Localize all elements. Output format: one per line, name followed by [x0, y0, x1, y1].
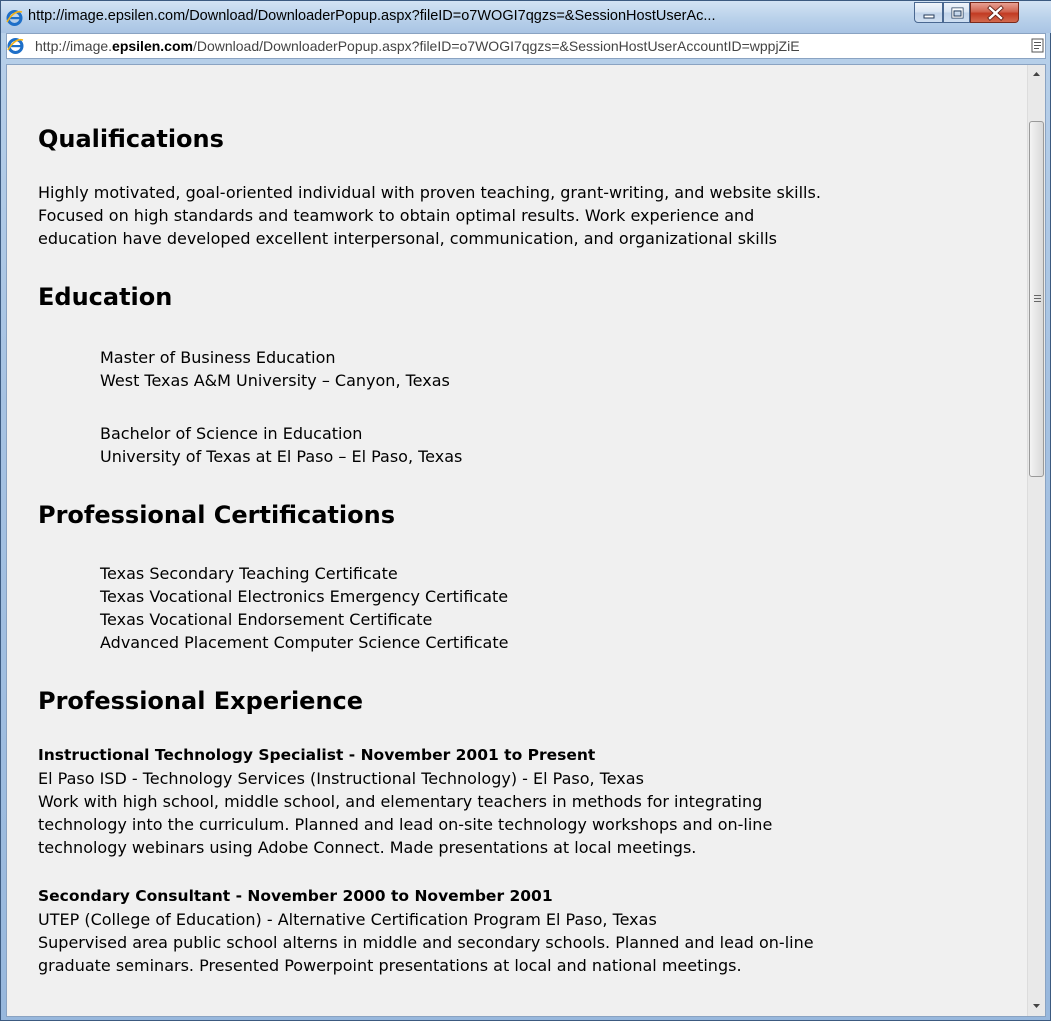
minimize-icon	[923, 14, 935, 19]
education-degree-1: Master of Business Education	[100, 348, 336, 367]
url-path: /Download/DownloaderPopup.aspx?fileID=o7…	[192, 38, 800, 54]
browser-popup-window: http://image.epsilen.com/Download/Downlo…	[0, 0, 1051, 1021]
url-text[interactable]: http://image.epsilen.com/Download/Downlo…	[35, 38, 1027, 56]
minimize-button[interactable]	[914, 2, 943, 23]
job-title: Secondary Consultant - November 2000 to …	[38, 887, 553, 905]
scrollbar-grip-icon	[1034, 295, 1041, 302]
certification-item: Texas Vocational Electronics Emergency C…	[100, 587, 509, 606]
qualifications-line-2: Focused on high standards and teamwork t…	[38, 206, 755, 225]
certification-item: Texas Vocational Endorsement Certificate	[100, 610, 433, 629]
certifications-heading: Professional Certifications	[38, 501, 395, 529]
qualifications-line-3: education have developed excellent inter…	[38, 229, 777, 248]
job-title: Instructional Technology Specialist - No…	[38, 746, 596, 764]
address-bar[interactable]: http://image.epsilen.com/Download/Downlo…	[6, 33, 1046, 59]
qualifications-line-1: Highly motivated, goal-oriented individu…	[38, 183, 821, 202]
certification-item: Texas Secondary Teaching Certificate	[100, 564, 398, 583]
job-description-line: technology into the curriculum. Planned …	[38, 815, 773, 834]
job-employer: El Paso ISD - Technology Services (Instr…	[38, 769, 644, 788]
internet-explorer-icon	[7, 38, 24, 54]
scroll-down-arrow-icon[interactable]	[1028, 997, 1045, 1015]
vertical-scrollbar[interactable]	[1027, 65, 1045, 1016]
title-bar[interactable]: http://image.epsilen.com/Download/Downlo…	[1, 1, 1051, 33]
qualifications-heading: Qualifications	[38, 125, 224, 153]
education-heading: Education	[38, 283, 173, 311]
education-degree-2: Bachelor of Science in Education	[100, 424, 363, 443]
certification-item: Advanced Placement Computer Science Cert…	[100, 633, 509, 652]
job-employer: UTEP (College of Education) - Alternativ…	[38, 910, 657, 929]
close-button[interactable]	[970, 2, 1019, 23]
window-title: http://image.epsilen.com/Download/Downlo…	[28, 8, 716, 24]
job-description-line: graduate seminars. Presented Powerpoint …	[38, 956, 742, 975]
experience-heading: Professional Experience	[38, 687, 364, 715]
close-icon	[987, 5, 1004, 21]
maximize-button[interactable]	[943, 2, 970, 23]
job-description-line: Work with high school, middle school, an…	[38, 792, 763, 811]
job-description-line: technology webinars using Adobe Connect.…	[38, 838, 697, 857]
education-school-2: University of Texas at El Paso – El Paso…	[100, 447, 463, 466]
url-prefix: http://image.	[35, 38, 113, 54]
scroll-up-arrow-icon[interactable]	[1028, 65, 1045, 83]
scrollbar-thumb[interactable]	[1029, 121, 1044, 477]
education-school-1: West Texas A&M University – Canyon, Texa…	[100, 371, 450, 390]
url-domain: epsilen.com	[112, 38, 193, 54]
internet-explorer-icon	[6, 10, 23, 26]
maximize-icon	[951, 7, 964, 19]
page-report-icon[interactable]	[1031, 38, 1044, 53]
document-viewport[interactable]: Qualifications Highly motivated, goal-or…	[6, 64, 1046, 1017]
job-description-line: Supervised area public school alterns in…	[38, 933, 814, 952]
